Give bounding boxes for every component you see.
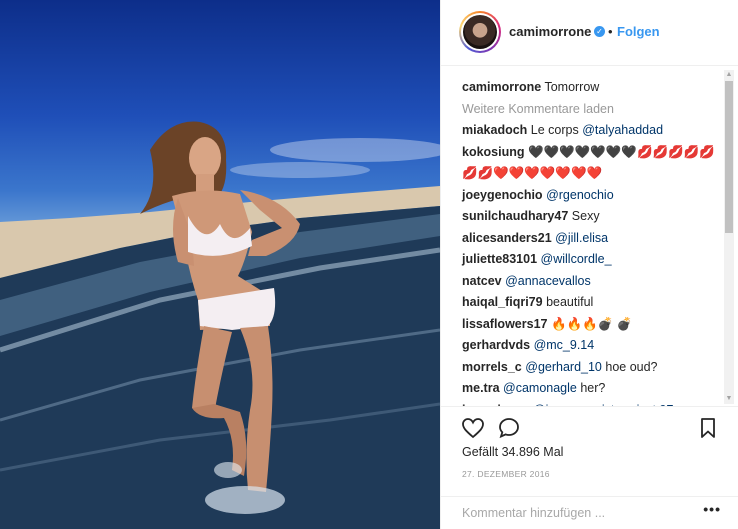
username-link[interactable]: camimorrone [509,24,591,39]
post-date: 27. DEZEMBER 2016 [462,469,550,479]
beach-scene-illustration [0,121,440,529]
comment-list: camimorrone Tomorrow Weitere Kommentare … [462,77,718,406]
comments-section: camimorrone Tomorrow Weitere Kommentare … [441,66,738,406]
comment-user[interactable]: sunilchaudhary47 [462,209,568,223]
scroll-down-arrow-icon[interactable]: ▼ [724,394,734,404]
comment-item: joeygenochio @rgenochio [462,185,718,207]
comment-text: beautiful [546,295,594,309]
comment-input[interactable]: Kommentar hinzufügen ... [462,506,605,520]
comment-item: miakadoch Le corps @talyahaddad [462,120,718,142]
avatar[interactable] [459,11,501,53]
comment-mention[interactable]: @mc_9.14 [534,338,595,352]
comment-mention[interactable]: @rgenochio [546,188,614,202]
comment-text: Le corps [530,123,583,137]
comment-user[interactable]: lissaflowers17 [462,317,547,331]
comment-item: alicesanders21 @jill.elisa [462,228,718,250]
bookmark-icon[interactable] [696,416,720,440]
comment-item: juliette83101 @willcordle_ [462,249,718,271]
comment-user[interactable]: juliette83101 [462,252,537,266]
verified-badge-icon: ✓ [594,26,605,37]
comments-scrollbar[interactable]: ▲ ▼ [724,70,734,404]
heart-icon[interactable] [461,416,485,440]
comment-user[interactable]: joeygenochio [462,188,543,202]
comment-mention[interactable]: @willcordle_ [541,252,612,266]
scroll-thumb[interactable] [725,81,733,233]
comment-mention[interactable]: @jill.elisa [555,231,608,245]
comment-item: me.tra @camonagle her? [462,378,718,400]
likes-count[interactable]: Gefällt 34.896 Mal [462,445,563,459]
comment-item: sunilchaudhary47 Sexy [462,206,718,228]
caption: camimorrone Tomorrow [462,77,718,99]
caption-user[interactable]: camimorrone [462,80,541,94]
comment-user[interactable]: me.tra [462,381,500,395]
header-separator: • [608,24,613,39]
comment-mention[interactable]: @annacevallos [505,274,591,288]
comment-text: 🔥🔥🔥💣 💣 [550,316,633,331]
caption-text: Tomorrow [544,80,600,94]
post-photo [0,0,440,529]
comment-text: Sexy [571,209,600,223]
comment-item: morrels_c @gerhard_10 hoe oud? [462,357,718,379]
comment-user[interactable]: natcev [462,274,502,288]
comment-user[interactable]: gerhardvds [462,338,530,352]
comment-user[interactable]: miakadoch [462,123,527,137]
load-more-comments-button[interactable]: Weitere Kommentare laden [462,99,718,121]
comment-item: kokosiung 🖤🖤🖤🖤🖤🖤🖤💋💋💋💋💋 [462,142,718,164]
comment-item: gerhardvds @mc_9.14 [462,335,718,357]
comment-item: natcev @annacevallos [462,271,718,293]
comment-user[interactable]: alicesanders21 [462,231,552,245]
comment-item: lissaflowers17 🔥🔥🔥💣 💣 [462,314,718,336]
comment-text: hoe oud? [601,359,658,374]
comment-text: 💋💋❤️❤️❤️❤️❤️❤️❤️ [462,166,603,180]
comment-bubble-icon[interactable] [497,416,521,440]
comment-user[interactable]: haiqal_fiqri79 [462,295,543,309]
post-actions: Gefällt 34.896 Mal 27. DEZEMBER 2016 [441,406,738,496]
add-comment-bar: Kommentar hinzufügen ... ••• [441,496,738,529]
comment-text: 🖤🖤🖤🖤🖤🖤🖤💋💋💋💋💋 [528,144,715,159]
comment-item: haiqal_fiqri79 beautiful [462,292,718,314]
follow-button[interactable]: Folgen [617,24,660,39]
more-options-button[interactable]: ••• [703,501,721,517]
comment-mention[interactable]: @gerhard_10 [525,360,602,374]
comment-mention[interactable]: @camonagle [503,381,577,395]
post-sidebar: camimorrone ✓ • Folgen camimorrone Tomor… [440,0,738,529]
comment-mention[interactable]: @talyahaddad [582,123,663,137]
post-header: camimorrone ✓ • Folgen [441,0,738,66]
comment-user[interactable]: morrels_c [462,360,522,374]
comment-text: her? [576,381,606,395]
scroll-up-arrow-icon[interactable]: ▲ [724,70,734,80]
comment-item: 💋💋❤️❤️❤️❤️❤️❤️❤️ [462,163,718,185]
comment-user[interactable]: kokosiung [462,145,525,159]
